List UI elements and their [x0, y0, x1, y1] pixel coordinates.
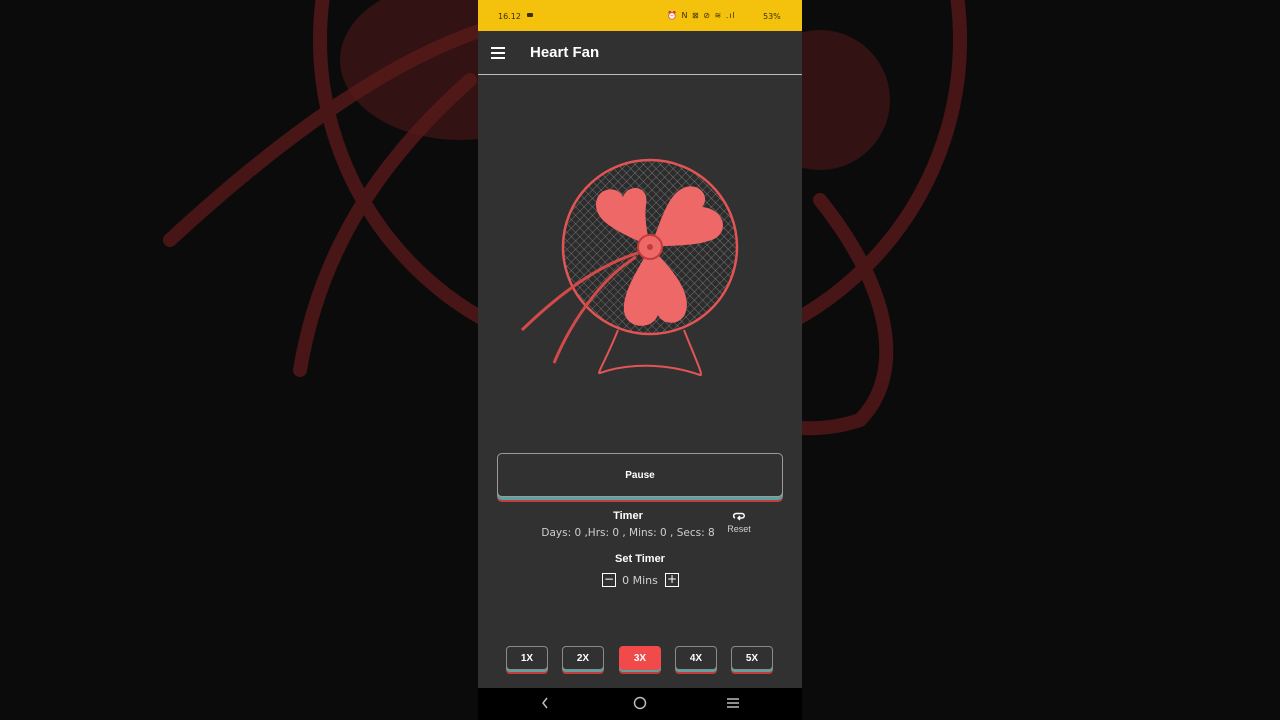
system-nav-bar — [478, 688, 802, 720]
page-title: Heart Fan — [530, 44, 600, 61]
pause-button[interactable]: Pause — [497, 453, 783, 497]
speed-1x-button[interactable]: 1X — [506, 646, 548, 670]
recents-lines-icon[interactable] — [726, 696, 740, 710]
set-timer-value: 0 Mins — [622, 574, 658, 587]
app-bar: Heart Fan — [478, 31, 802, 75]
status-time: 16.12 — [498, 12, 521, 21]
status-icons: ⏰ N ⊠ ⊘ ≋ .ıl — [667, 11, 736, 20]
decrease-minutes-button[interactable]: − — [602, 573, 616, 587]
fan-stand — [598, 329, 702, 376]
battery-level: 53% — [763, 12, 781, 21]
increase-minutes-button[interactable]: + — [665, 573, 679, 587]
home-circle-icon[interactable] — [633, 696, 647, 710]
speed-3x-button[interactable]: 3X — [619, 646, 661, 670]
speed-4x-button[interactable]: 4X — [675, 646, 717, 670]
status-bar: 16.12 ⏰ N ⊠ ⊘ ≋ .ıl 53% — [478, 0, 802, 31]
reset-button[interactable]: Reset — [722, 512, 756, 534]
camera-indicator-icon — [527, 13, 533, 17]
set-timer-title: Set Timer — [615, 553, 665, 565]
hamburger-menu-icon[interactable] — [491, 47, 505, 59]
reset-label: Reset — [727, 524, 751, 534]
fan-illustration — [478, 75, 802, 435]
speed-5x-button[interactable]: 5X — [731, 646, 773, 670]
reset-loop-icon — [732, 512, 745, 521]
phone-screen: 16.12 ⏰ N ⊠ ⊘ ≋ .ıl 53% Heart Fan Pause … — [478, 0, 802, 720]
speed-selector: 1X 2X 3X 4X 5X — [506, 646, 776, 672]
back-chevron-icon[interactable] — [540, 696, 550, 710]
speed-2x-button[interactable]: 2X — [562, 646, 604, 670]
